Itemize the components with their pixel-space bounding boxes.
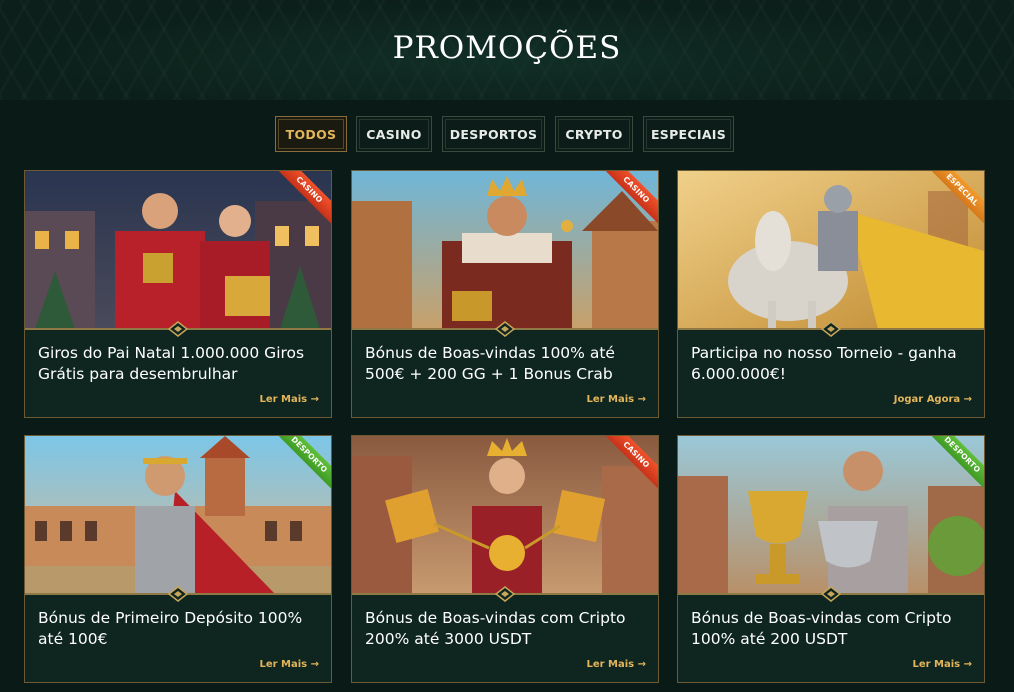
category-badge: DESPORTO — [925, 436, 984, 493]
promo-title: Giros do Pai Natal 1.000.000 Giros Gráti… — [38, 344, 305, 383]
diamond-ornament-icon — [495, 586, 515, 602]
filter-casino-button[interactable]: CASINO — [356, 116, 432, 152]
promo-card[interactable]: ESPECIAL Participa no nosso Torneio - ga… — [677, 170, 985, 418]
filter-todos-button[interactable]: TODOS — [275, 116, 347, 152]
diamond-ornament-icon — [821, 586, 841, 602]
read-more-link[interactable]: Ler Mais → — [259, 659, 319, 670]
filter-bar: TODOS CASINO DESPORTOS CRYPTO ESPECIAIS — [0, 116, 1014, 152]
page-title: PROMOÇÕES — [392, 30, 622, 66]
read-more-link[interactable]: Ler Mais → — [586, 394, 646, 405]
diamond-ornament-icon — [821, 321, 841, 337]
promo-title: Bónus de Boas-vindas 100% até 500€ + 200… — [365, 344, 615, 383]
promo-title: Bónus de Primeiro Depósito 100% até 100€ — [38, 609, 303, 648]
read-more-link[interactable]: Ler Mais → — [586, 659, 646, 670]
read-more-link[interactable]: Ler Mais → — [259, 394, 319, 405]
category-badge: CASINO — [599, 436, 658, 493]
category-badge: CASINO — [272, 171, 331, 228]
category-badge: ESPECIAL — [925, 171, 984, 228]
filter-crypto-button[interactable]: CRYPTO — [555, 116, 633, 152]
promo-card[interactable]: CASINO Bónus de Boas-vindas 100% até 500… — [351, 170, 659, 418]
promo-title: Bónus de Boas-vindas com Cripto 100% até… — [691, 609, 952, 648]
read-more-link[interactable]: Ler Mais → — [912, 659, 972, 670]
promo-card[interactable]: DESPORTO Bónus de Primeiro Depósito 100%… — [24, 435, 332, 683]
diamond-ornament-icon — [495, 321, 515, 337]
category-badge: CASINO — [599, 171, 658, 228]
category-badge: DESPORTO — [272, 436, 331, 493]
promo-title: Bónus de Boas-vindas com Cripto 200% até… — [365, 609, 626, 648]
play-now-link[interactable]: Jogar Agora → — [894, 394, 972, 405]
filter-especiais-button[interactable]: ESPECIAIS — [643, 116, 734, 152]
filter-desportos-button[interactable]: DESPORTOS — [442, 116, 545, 152]
promo-card[interactable]: CASINO Giros do Pai Natal 1.000.000 Giro… — [24, 170, 332, 418]
promo-card[interactable]: DESPORTO Bónus de Boas-vindas com Cripto… — [677, 435, 985, 683]
diamond-ornament-icon — [168, 586, 188, 602]
promo-card[interactable]: CASINO Bónus de Boas-vindas com Cripto 2… — [351, 435, 659, 683]
diamond-ornament-icon — [168, 321, 188, 337]
promo-title: Participa no nosso Torneio - ganha 6.000… — [691, 344, 957, 383]
